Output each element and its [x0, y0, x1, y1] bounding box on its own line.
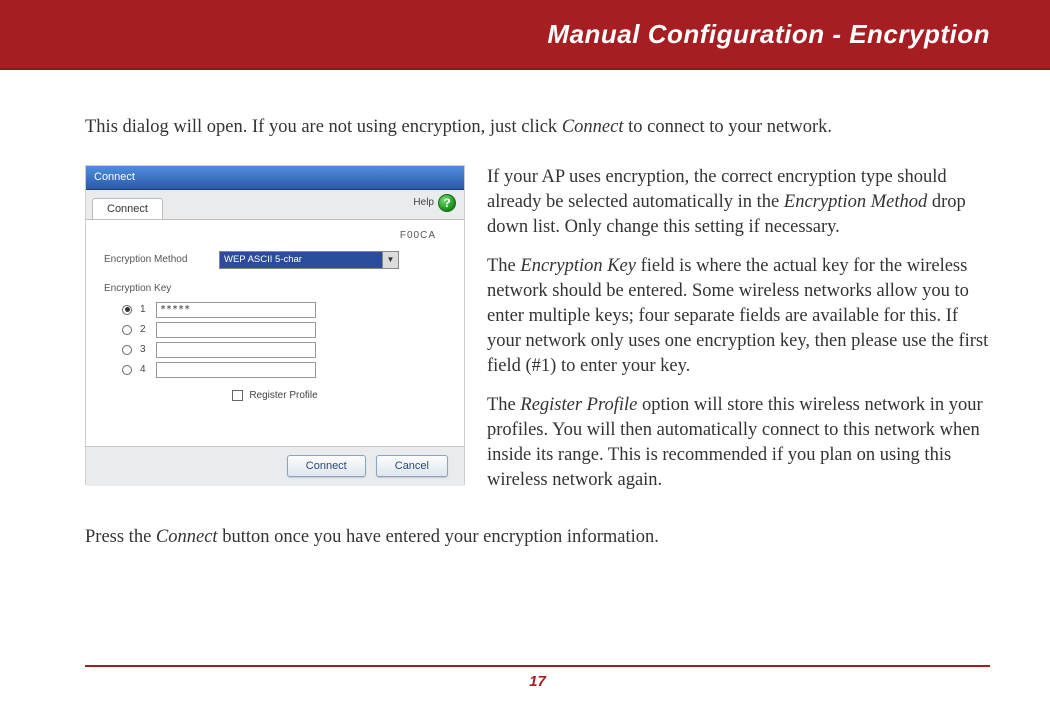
key-num-3: 3: [140, 344, 148, 355]
dialog-title: Connect: [94, 171, 135, 183]
intro-text-a: This dialog will open. If you are not us…: [85, 117, 562, 137]
cancel-button[interactable]: Cancel: [376, 455, 448, 477]
help-group[interactable]: Help ?: [413, 194, 456, 212]
dialog-tabrow: Connect Help ?: [86, 190, 464, 220]
register-profile-row: Register Profile: [104, 390, 446, 401]
register-profile-label: Register Profile: [249, 390, 317, 401]
key-num-1: 1: [140, 304, 148, 315]
register-profile-checkbox[interactable]: [232, 390, 243, 401]
dialog-body: F00CA Encryption Method WEP ASCII 5-char…: [86, 220, 464, 446]
key-num-4: 4: [140, 364, 148, 375]
intro-connect-em: Connect: [562, 117, 624, 137]
help-label: Help: [413, 197, 434, 208]
paragraph-2: The Encryption Key field is where the ac…: [487, 254, 990, 379]
enc-method-row: Encryption Method WEP ASCII 5-char ▼: [104, 251, 446, 269]
enc-method-select[interactable]: WEP ASCII 5-char ▼: [219, 251, 399, 269]
paragraph-1: If your AP uses encryption, the correct …: [487, 165, 990, 240]
key-row-1: 1 *****: [122, 302, 446, 318]
key-input-4[interactable]: [156, 362, 316, 378]
page-title: Manual Configuration - Encryption: [547, 19, 990, 50]
key-input-2[interactable]: [156, 322, 316, 338]
intro-paragraph: This dialog will open. If you are not us…: [85, 115, 990, 140]
enc-key-label: Encryption Key: [104, 283, 446, 294]
concluding-paragraph: Press the Connect button once you have e…: [85, 525, 990, 550]
connect-button[interactable]: Connect: [287, 455, 366, 477]
help-icon: ?: [438, 194, 456, 212]
key-radio-1[interactable]: [122, 305, 132, 315]
key-row-2: 2: [122, 322, 446, 338]
key-row-3: 3: [122, 342, 446, 358]
body-row: Connect Connect Help ? F00CA Encryption …: [85, 165, 990, 507]
paragraph-3: The Register Profile option will store t…: [487, 393, 990, 493]
dialog-titlebar: Connect: [86, 166, 464, 190]
connect-dialog: Connect Connect Help ? F00CA Encryption …: [85, 165, 465, 485]
key-row-4: 4: [122, 362, 446, 378]
chevron-down-icon: ▼: [382, 252, 398, 268]
enc-method-label: Encryption Method: [104, 254, 219, 265]
key-input-1[interactable]: *****: [156, 302, 316, 318]
page-header: Manual Configuration - Encryption: [0, 0, 1050, 70]
enc-method-value: WEP ASCII 5-char: [220, 252, 382, 268]
key-radio-2[interactable]: [122, 325, 132, 335]
page-number: 17: [529, 673, 546, 690]
key-radio-3[interactable]: [122, 345, 132, 355]
enc-key-group: Encryption Key 1 ***** 2 3: [104, 283, 446, 401]
page-footer: 17: [85, 665, 990, 691]
key-num-2: 2: [140, 324, 148, 335]
tab-connect[interactable]: Connect: [92, 198, 163, 219]
key-input-3[interactable]: [156, 342, 316, 358]
footer-divider: [85, 665, 990, 667]
intro-text-b: to connect to your network.: [623, 117, 832, 137]
key-radio-4[interactable]: [122, 365, 132, 375]
body-text: If your AP uses encryption, the correct …: [487, 165, 990, 507]
dialog-footer: Connect Cancel: [86, 446, 464, 486]
page-content: This dialog will open. If you are not us…: [0, 70, 1050, 570]
ssid-label: F00CA: [104, 230, 446, 241]
